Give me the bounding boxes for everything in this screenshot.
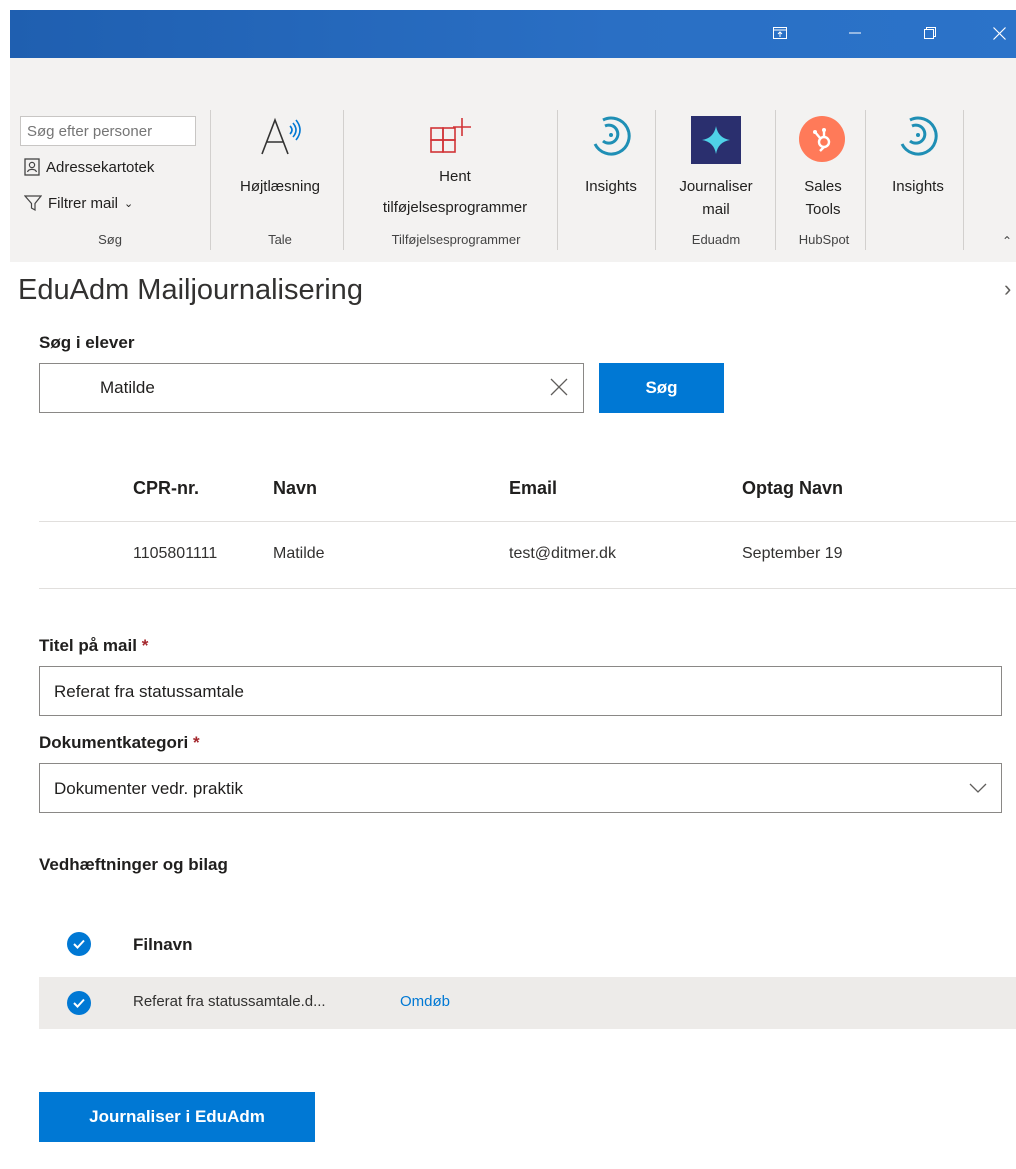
divider (39, 588, 1016, 589)
get-addins-button[interactable]: Hent tilføjelsesprogrammer (350, 114, 560, 224)
required-mark: * (192, 733, 200, 752)
minimize-icon[interactable] (840, 20, 870, 46)
divider (963, 110, 964, 250)
group-label-eduadm: Eduadm (691, 232, 741, 247)
get-addins-label-2: tilføjelsesprogrammer (382, 199, 528, 216)
category-value: Dokumenter vedr. praktik (54, 779, 243, 798)
collapse-ribbon-icon[interactable]: ⌃ (1002, 234, 1012, 248)
column-header-email: Email (509, 478, 558, 498)
mail-title-input[interactable]: Referat fra statussamtale (39, 666, 1002, 716)
cell-email: test@ditmer.dk (509, 545, 616, 562)
insights-icon (900, 116, 938, 156)
insights-icon (593, 116, 631, 156)
insights-button[interactable]: Insights (565, 114, 657, 224)
clear-icon[interactable] (549, 377, 569, 402)
group-label-hubspot: HubSpot (798, 232, 850, 247)
divider (343, 110, 344, 250)
chevron-down-icon (969, 781, 987, 799)
checkmark-icon (73, 998, 85, 1008)
checkmark-icon (73, 939, 85, 949)
address-book-button[interactable]: Adressekartotek (24, 158, 154, 176)
group-label-search: Søg (98, 232, 122, 247)
divider (865, 110, 866, 250)
read-aloud-icon (261, 117, 301, 155)
sales-tools-label-2: Tools (805, 201, 841, 218)
divider (210, 110, 211, 250)
journal-mail-label-2: mail (702, 201, 730, 218)
cell-intake: September 19 (742, 545, 843, 562)
close-pane-icon[interactable]: › (1004, 276, 1011, 302)
student-search-value: Matilde (100, 378, 155, 397)
close-window-icon[interactable] (984, 20, 1014, 46)
search-students-label: Søg i elever (39, 333, 135, 352)
insights-label: Insights (585, 178, 637, 195)
divider (655, 110, 656, 250)
group-label-addins: Tilføjelsesprogrammer (391, 232, 521, 247)
column-header-name: Navn (273, 478, 318, 498)
attachment-filename: Referat fra statussamtale.d... (133, 993, 326, 1010)
window-title-bar (10, 10, 1016, 58)
divider (39, 521, 1016, 522)
mail-title-label-text: Titel på mail (39, 636, 137, 655)
cell-name: Matilde (273, 545, 325, 562)
insights-label-2: Insights (892, 178, 944, 195)
journal-mail-label-1: Journaliser (679, 178, 753, 195)
insights-button-2[interactable]: Insights (872, 114, 964, 224)
ribbon: Adressekartotek Filtrer mail ⌄ Søg Højtl… (10, 58, 1016, 262)
category-label-text: Dokumentkategori (39, 733, 189, 752)
column-header-intake: Optag Navn (742, 478, 844, 498)
mail-title-value: Referat fra statussamtale (54, 682, 244, 701)
read-aloud-button[interactable]: Højtlæsning (215, 114, 345, 224)
category-label: Dokumentkategori * (39, 733, 200, 753)
address-book-icon (24, 158, 40, 176)
hubspot-icon (799, 116, 845, 162)
filter-mail-label: Filtrer mail (48, 194, 118, 212)
eduadm-star-icon (691, 116, 741, 164)
filter-icon (24, 195, 42, 212)
ribbon-display-options-icon[interactable] (765, 20, 795, 46)
pane-title: EduAdm Mailjournalisering (18, 274, 363, 306)
attachments-label: Vedhæftninger og bilag (39, 855, 228, 874)
divider (557, 110, 558, 250)
cell-cpr: 1105801111 (133, 545, 218, 562)
attachment-row[interactable]: Referat fra statussamtale.d... Omdøb (39, 977, 1016, 1029)
required-mark: * (141, 636, 149, 655)
divider (775, 110, 776, 250)
attachment-checkbox[interactable] (67, 991, 91, 1015)
category-dropdown[interactable]: Dokumenter vedr. praktik (39, 763, 1002, 813)
student-search-input[interactable]: Matilde (39, 363, 584, 413)
search-people-input[interactable] (20, 116, 196, 146)
journal-mail-button[interactable]: Journaliser mail (660, 114, 772, 224)
read-aloud-label: Højtlæsning (239, 178, 321, 195)
journalize-button[interactable]: Journaliser i EduAdm (39, 1092, 315, 1142)
group-label-speech: Tale (268, 232, 292, 247)
chevron-down-icon: ⌄ (124, 197, 134, 210)
column-header-cpr: CPR-nr. (133, 478, 200, 498)
address-book-label: Adressekartotek (46, 158, 155, 176)
mail-title-label: Titel på mail * (39, 636, 148, 656)
get-addins-icon (430, 118, 471, 153)
restore-icon[interactable] (915, 20, 945, 46)
rename-link[interactable]: Omdøb (400, 993, 450, 1010)
sales-tools-button[interactable]: Sales Tools (780, 114, 866, 224)
get-addins-label-1: Hent (439, 168, 471, 185)
filter-mail-button[interactable]: Filtrer mail ⌄ (24, 194, 133, 212)
filename-header: Filnavn (133, 935, 193, 954)
sales-tools-label-1: Sales (804, 178, 842, 195)
select-all-checkbox[interactable] (67, 932, 91, 956)
search-button[interactable]: Søg (599, 363, 724, 413)
